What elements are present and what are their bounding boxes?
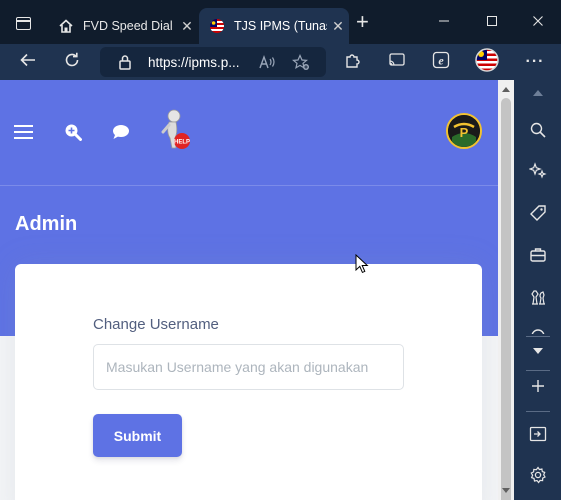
sidebar-divider	[526, 370, 550, 371]
ie-mode-icon: e	[432, 51, 450, 74]
ie-mode-button[interactable]: e	[426, 44, 456, 80]
refresh-icon	[63, 51, 81, 74]
page-viewport: HELP P Admin Change Username Submit	[0, 80, 498, 500]
add-favorite-icon[interactable]	[291, 54, 310, 76]
menu-icon[interactable]	[14, 122, 34, 142]
sidebar-divider	[526, 411, 550, 412]
tab-tjs-ipms[interactable]: TJS IPMS (Tunas ✕	[199, 8, 349, 44]
svg-text:e: e	[438, 53, 444, 67]
sidebar-divider	[526, 336, 550, 337]
tab-fvd-speed-dial[interactable]: FVD Speed Dial ✕	[48, 8, 198, 44]
scroll-up-arrow-icon[interactable]	[502, 87, 510, 92]
more-button[interactable]: ···	[520, 44, 550, 80]
edge-sidebar	[514, 80, 561, 500]
mouse-cursor-icon	[355, 253, 369, 279]
search-icon[interactable]	[514, 122, 561, 138]
malaysia-flag-icon	[209, 18, 225, 34]
url-text: https://ipms.p...	[148, 55, 240, 70]
settings-icon[interactable]	[514, 466, 561, 484]
submit-button[interactable]: Submit	[93, 414, 182, 457]
window-menu-icon[interactable]	[16, 17, 31, 30]
scrollbar-thumb[interactable]	[501, 98, 511, 500]
brand-logo[interactable]: P	[446, 113, 482, 149]
username-input[interactable]	[93, 344, 404, 390]
scroll-up-icon[interactable]	[514, 88, 561, 98]
chat-icon[interactable]	[111, 122, 131, 142]
back-icon	[19, 51, 37, 74]
extensions-icon	[344, 51, 362, 74]
scroll-down-arrow-icon[interactable]	[502, 488, 510, 493]
mascot-icon[interactable]: HELP	[160, 108, 194, 152]
add-icon[interactable]	[514, 378, 561, 394]
lock-icon[interactable]	[118, 54, 132, 75]
profile-button[interactable]	[472, 44, 502, 80]
page-scrollbar[interactable]	[498, 80, 514, 500]
username-label: Change Username	[93, 316, 219, 333]
minimize-button[interactable]	[438, 12, 450, 35]
more-icon: ···	[525, 53, 545, 70]
tab-title: TJS IPMS (Tunas	[234, 19, 327, 33]
copilot-icon[interactable]	[514, 162, 561, 180]
back-button[interactable]	[12, 44, 44, 80]
tab-close-icon[interactable]: ✕	[327, 18, 349, 35]
refresh-button[interactable]	[56, 44, 88, 80]
maximize-button[interactable]	[486, 12, 498, 35]
address-bar[interactable]: https://ipms.p...	[100, 47, 326, 77]
change-username-card: Change Username Submit	[15, 264, 482, 500]
close-window-button[interactable]	[532, 12, 544, 35]
house-icon	[58, 18, 74, 34]
header-divider	[0, 185, 498, 186]
extensions-button[interactable]	[338, 44, 368, 80]
cast-button[interactable]	[382, 44, 412, 80]
svg-text:P: P	[460, 125, 469, 140]
tab-close-icon[interactable]: ✕	[176, 18, 198, 35]
new-tab-button[interactable]: +	[356, 11, 369, 33]
browser-toolbar: https://ipms.p... e ···	[0, 44, 561, 80]
browser-titlebar: FVD Speed Dial ✕ TJS IPMS (Tunas ✕ +	[0, 0, 561, 44]
more-tools-icon[interactable]	[514, 328, 561, 334]
read-aloud-icon[interactable]	[258, 54, 276, 75]
svg-text:HELP: HELP	[174, 140, 190, 146]
chess-icon[interactable]	[514, 288, 561, 306]
cast-icon	[388, 52, 406, 73]
page-title: Admin	[15, 213, 78, 235]
zoom-icon[interactable]	[63, 122, 83, 142]
sidebar-scroll-down-icon[interactable]	[514, 346, 561, 356]
profile-icon	[475, 47, 499, 77]
tab-title: FVD Speed Dial	[83, 19, 173, 33]
tag-icon[interactable]	[514, 204, 561, 222]
briefcase-icon[interactable]	[514, 246, 561, 264]
split-screen-icon[interactable]	[514, 426, 561, 442]
